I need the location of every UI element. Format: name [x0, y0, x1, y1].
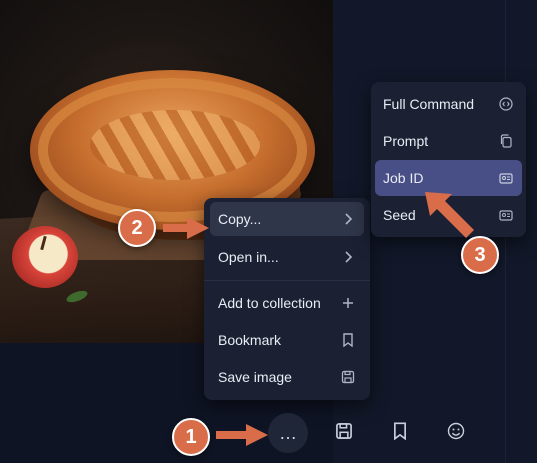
step-1-badge: 1	[172, 418, 210, 456]
submenu-item-label: Full Command	[383, 96, 475, 112]
menu-item-save-image[interactable]: Save image	[210, 360, 364, 394]
chevron-right-icon	[340, 211, 356, 227]
bookmark-button[interactable]	[380, 413, 420, 453]
menu-divider	[204, 280, 370, 281]
menu-item-add-to-collection[interactable]: Add to collection	[210, 286, 364, 320]
step-1-arrow	[216, 424, 268, 446]
submenu-item-label: Prompt	[383, 133, 429, 149]
menu-item-bookmark[interactable]: Bookmark	[210, 323, 364, 357]
code-icon	[498, 96, 514, 112]
menu-item-label: Copy...	[218, 211, 262, 227]
bookmark-icon	[340, 332, 356, 348]
context-menu: Copy... Open in... Add to collection Boo…	[204, 198, 370, 400]
save-button[interactable]	[324, 413, 364, 453]
step-3-badge: 3	[461, 236, 499, 274]
menu-item-label: Open in...	[218, 249, 279, 265]
menu-item-copy[interactable]: Copy...	[210, 202, 364, 236]
menu-item-label: Add to collection	[218, 295, 321, 311]
copy-icon	[498, 133, 514, 149]
emoji-button[interactable]	[436, 413, 476, 453]
plus-icon	[340, 295, 356, 311]
emoji-icon	[447, 422, 465, 445]
page: Copy... Open in... Add to collection Boo…	[0, 0, 537, 463]
more-icon: …	[279, 423, 297, 443]
step-3-arrow	[425, 192, 474, 238]
more-options-button[interactable]: …	[268, 413, 308, 453]
menu-item-label: Save image	[218, 369, 292, 385]
menu-item-open-in[interactable]: Open in...	[210, 240, 364, 274]
step-2-arrow	[163, 217, 209, 239]
id-card-icon	[498, 207, 514, 223]
step-2-badge: 2	[118, 209, 156, 247]
id-card-icon	[498, 170, 514, 186]
bookmark-icon	[392, 421, 408, 445]
submenu-item-prompt[interactable]: Prompt	[375, 123, 522, 159]
apple-half	[12, 226, 78, 288]
save-icon	[335, 422, 353, 445]
submenu-item-label: Job ID	[383, 170, 424, 186]
menu-item-label: Bookmark	[218, 332, 282, 348]
submenu-item-full-command[interactable]: Full Command	[375, 86, 522, 122]
save-icon	[340, 369, 356, 385]
chevron-right-icon	[340, 249, 356, 265]
